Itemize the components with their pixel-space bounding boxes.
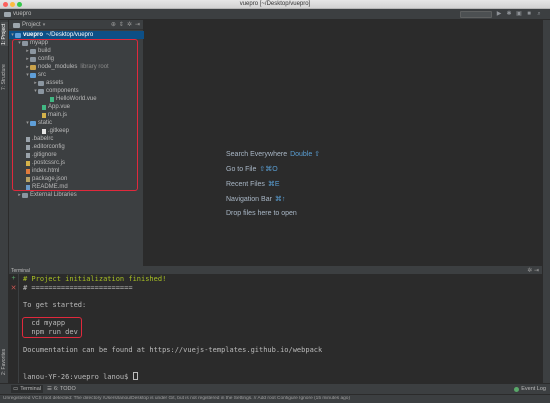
- project-view-selector[interactable]: Project ▾: [13, 22, 45, 28]
- library-icon: [22, 192, 28, 198]
- breadcrumb-project[interactable]: vuepro: [13, 11, 31, 17]
- window-titlebar: vuepro [~/Desktop/vuepro]: [0, 0, 550, 9]
- terminal-side-toolbar: + ✕: [9, 274, 19, 384]
- terminal-icon: ▭: [13, 386, 19, 392]
- terminal-line: # ========================: [23, 284, 133, 292]
- terminal-header: Terminal ✲ ⇥: [9, 267, 542, 274]
- window-title: vuepro [~/Desktop/vuepro]: [239, 1, 311, 7]
- close-terminal-icon[interactable]: ✕: [9, 284, 18, 294]
- editor-area: Search Everywhere Double ⇧ Go to File ⇧⌘O …: [145, 20, 550, 266]
- collapse-all-icon[interactable]: ⇕: [119, 22, 124, 28]
- root-path: ~/Desktop/vuepro: [46, 32, 94, 38]
- folder-icon: [15, 32, 21, 38]
- debug-icon[interactable]: ✱: [506, 11, 512, 17]
- project-folder-icon: [13, 22, 20, 28]
- tab-todo[interactable]: ☰ 6: TODO: [47, 386, 76, 392]
- sync-icon[interactable]: ⊕: [111, 22, 116, 28]
- tab-terminal[interactable]: ▭ Terminal: [11, 385, 43, 393]
- hide-panel-icon[interactable]: ⇥: [135, 22, 140, 28]
- hint-go-to-file: Go to File ⇧⌘O: [226, 166, 278, 173]
- left-tool-strip: 1: Project 7: Structure 2: Favorites: [0, 20, 9, 383]
- hint-drop-files: Drop files here to open: [226, 210, 297, 217]
- tree-item-label: External Libraries: [30, 192, 77, 198]
- project-panel-title: Project: [22, 22, 41, 28]
- terminal-panel: Terminal ✲ ⇥ + ✕ # Project initializatio…: [9, 266, 542, 384]
- tree-root[interactable]: ▾ vuepro ~/Desktop/vuepro: [9, 31, 144, 39]
- vcs-notification[interactable]: Unregistered VCS root detected: The dire…: [3, 396, 523, 401]
- project-panel-header: Project ▾ ⊕ ⇕ ✲ ⇥: [9, 20, 143, 30]
- run-icon[interactable]: ▶: [496, 11, 502, 17]
- hint-recent-files: Recent Files ⌘E: [226, 181, 280, 188]
- tab-structure[interactable]: 7: Structure: [1, 60, 8, 94]
- terminal-cursor: [132, 372, 138, 380]
- terminal-settings-icon[interactable]: ✲ ⇥: [527, 267, 539, 274]
- right-tool-strip: [542, 20, 550, 383]
- tab-project[interactable]: 1: Project: [1, 22, 8, 46]
- terminal-prompt: lanou-YF-26:vuepro lanou$: [23, 372, 138, 381]
- bottom-tool-tabs: ▭ Terminal ☰ 6: TODO Event Log: [0, 383, 550, 394]
- terminal-line: # Project initialization finished!: [23, 275, 167, 283]
- terminal-line: Documentation can be found at https://vu…: [23, 346, 323, 354]
- folder-icon: [4, 11, 11, 17]
- event-log-icon: [514, 386, 520, 392]
- search-icon[interactable]: ⌕: [536, 11, 542, 17]
- coverage-icon[interactable]: ▣: [516, 11, 522, 17]
- event-log-button[interactable]: Event Log: [514, 386, 546, 392]
- terminal-line: To get started:: [23, 301, 87, 309]
- tree-item[interactable]: ▸ External Libraries: [9, 191, 144, 199]
- hint-search-everywhere: Search Everywhere Double ⇧: [226, 151, 321, 158]
- stop-icon[interactable]: ■: [526, 11, 532, 17]
- tab-favorites[interactable]: 2: Favorites: [1, 346, 8, 378]
- root-label: vuepro: [23, 32, 44, 38]
- chevron-down-icon: ▾: [42, 22, 46, 28]
- gear-icon[interactable]: ✲: [127, 22, 132, 28]
- navigation-toolbar: vuepro ▶ ✱ ▣ ■ ⌕: [0, 9, 550, 20]
- breadcrumb[interactable]: vuepro: [4, 11, 31, 17]
- run-configuration-dropdown[interactable]: [460, 11, 492, 18]
- todo-icon: ☰: [47, 386, 52, 392]
- new-terminal-icon[interactable]: +: [9, 274, 18, 284]
- commands-highlight: [22, 317, 82, 338]
- project-tree-highlight: [12, 39, 138, 191]
- status-bar: Unregistered VCS root detected: The dire…: [0, 394, 550, 403]
- hint-navigation-bar: Navigation Bar ⌘↑: [226, 196, 286, 203]
